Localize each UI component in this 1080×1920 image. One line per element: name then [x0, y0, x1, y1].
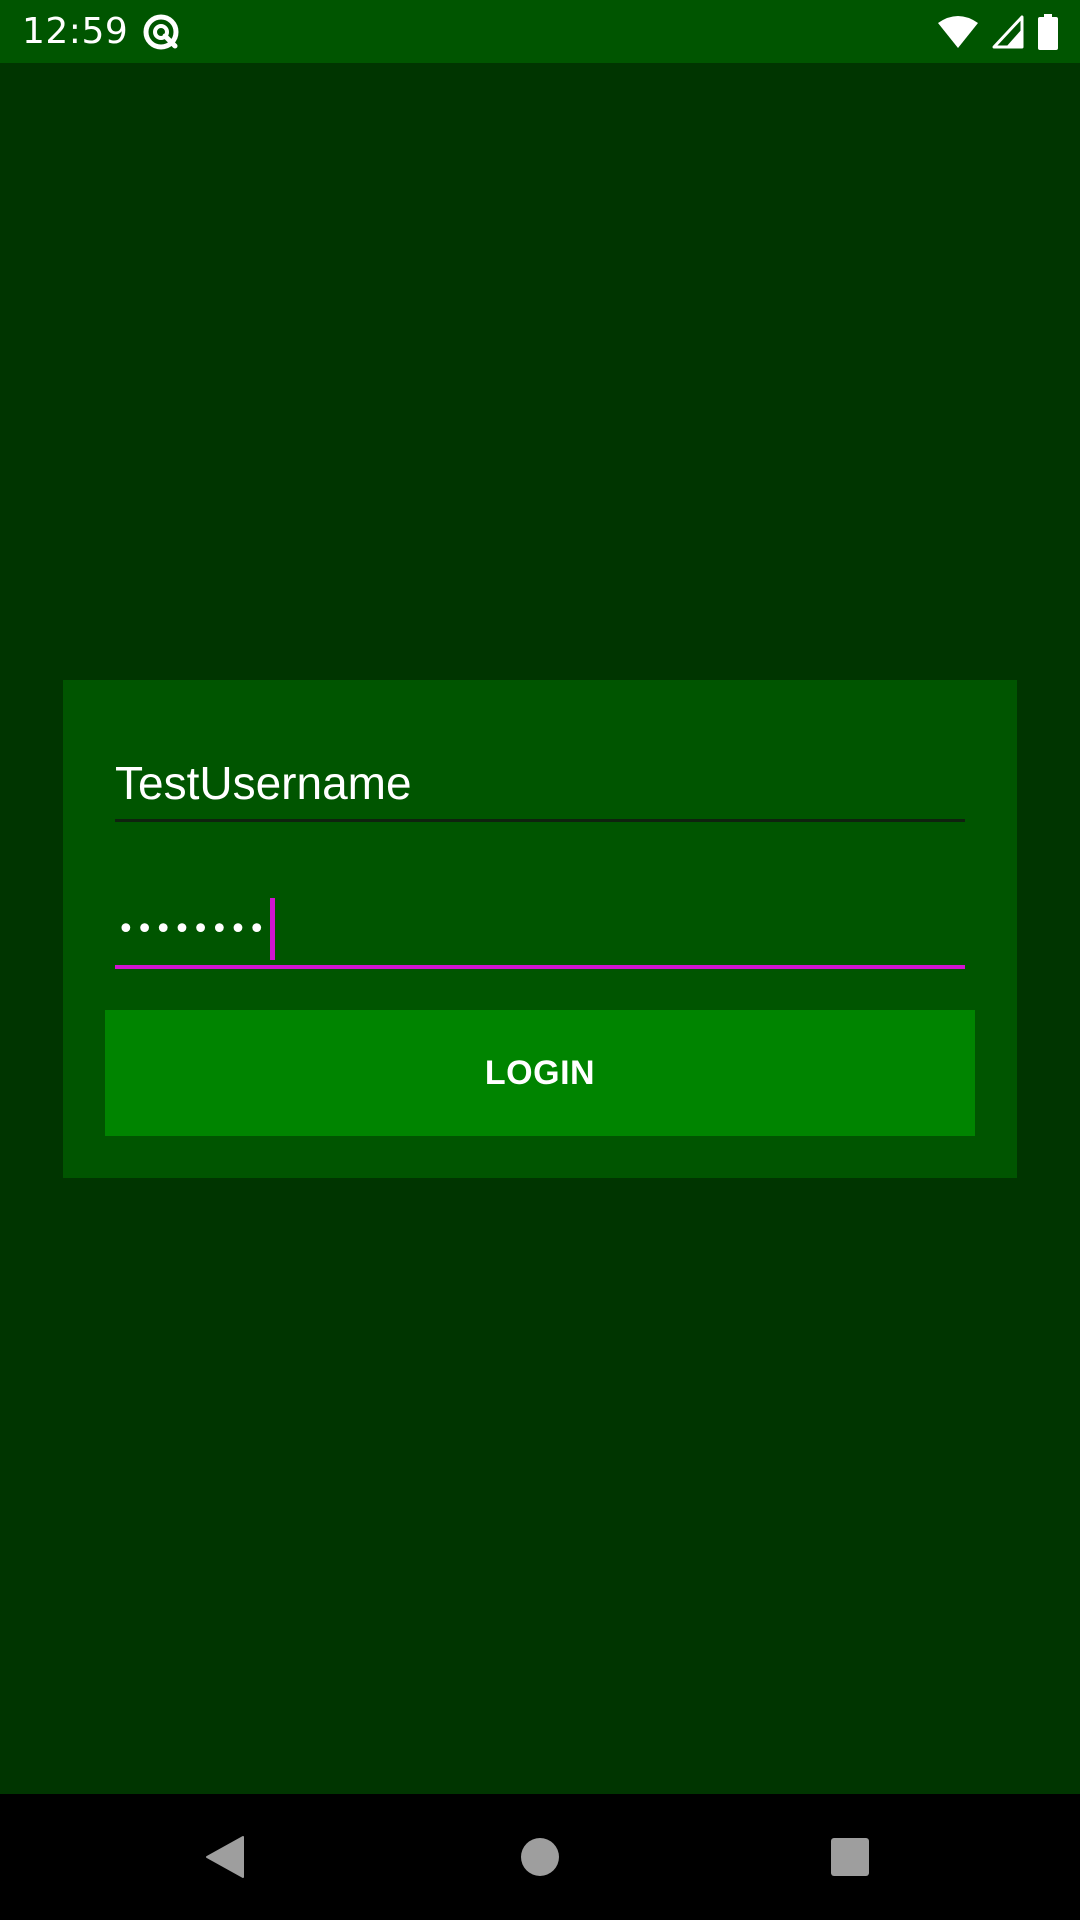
- status-bar: 12:59: [0, 0, 1080, 63]
- text-caret: [269, 898, 275, 960]
- password-masked-text: ••••••••: [117, 911, 267, 947]
- status-time: 12:59: [22, 11, 129, 52]
- back-button[interactable]: [190, 1822, 260, 1892]
- username-field[interactable]: [115, 745, 965, 822]
- password-display[interactable]: ••••••••: [117, 898, 275, 960]
- at-sign-icon: [143, 14, 179, 50]
- cell-signal-icon: [992, 15, 1024, 49]
- back-triangle-icon: [206, 1836, 244, 1878]
- navigation-bar: [0, 1794, 1080, 1920]
- username-input[interactable]: [115, 755, 965, 811]
- home-button[interactable]: [505, 1822, 575, 1892]
- password-field[interactable]: ••••••••: [115, 885, 965, 969]
- wifi-icon: [938, 16, 978, 48]
- status-icons: [938, 12, 1058, 52]
- recents-button[interactable]: [815, 1822, 885, 1892]
- recents-square-icon: [831, 1838, 869, 1876]
- battery-icon: [1038, 14, 1058, 50]
- home-circle-icon: [521, 1838, 559, 1876]
- login-button[interactable]: LOGIN: [105, 1010, 975, 1136]
